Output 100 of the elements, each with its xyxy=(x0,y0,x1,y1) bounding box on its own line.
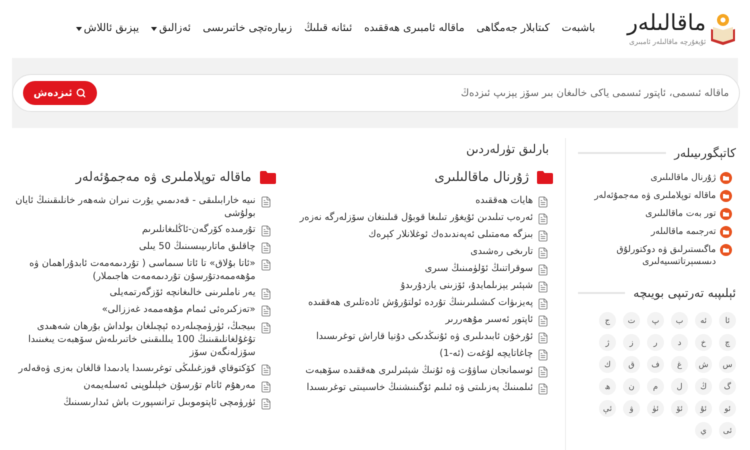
section-title: ژۇرنال ماقالىلىرى xyxy=(434,169,529,187)
letter-button[interactable]: ئې xyxy=(599,400,616,417)
page-heading: بارلىق تۈرلەردىن xyxy=(465,141,550,158)
document-icon xyxy=(537,348,549,360)
letter-button[interactable]: ق xyxy=(623,356,640,373)
letter-button[interactable]: ۋ xyxy=(623,400,640,417)
document-icon xyxy=(537,264,549,276)
article-link[interactable]: پەيزىۋات كىشىلىرىنىڭ تۇردە ئولتۇرۇش ئادەتلىرى ھەققىدە xyxy=(308,296,533,308)
document-icon xyxy=(260,258,272,270)
letter-button[interactable]: غ xyxy=(671,356,688,373)
article-link[interactable]: كۆكتوقاي قوزغىلىڭى توغرىسىدا يادىمدا قالغان بەزى ۋەقەلەر xyxy=(18,362,256,374)
article-link[interactable]: ئاپتور ئەسىر مۇھەررىر xyxy=(445,312,533,326)
folder-circle-icon xyxy=(720,244,732,256)
document-icon xyxy=(260,224,272,236)
letter-button[interactable]: چ xyxy=(719,334,736,351)
letter-button[interactable]: پ xyxy=(647,312,664,329)
category-link[interactable]: ژۇرنال ماقالىلىرى xyxy=(650,172,716,184)
document-icon xyxy=(537,298,549,310)
document-icon xyxy=(537,382,549,394)
nav-link[interactable]: زىيارەتچى خاتىرىسى xyxy=(202,21,292,37)
sidebar-heading: ئېلىپبە تەرتىپى بويىچە xyxy=(633,285,736,302)
document-icon xyxy=(260,304,272,316)
letter-button[interactable]: د xyxy=(671,334,688,351)
folder-circle-icon xyxy=(720,190,732,202)
letter-button[interactable]: س xyxy=(719,356,736,373)
document-icon xyxy=(537,196,549,208)
document-icon xyxy=(260,380,272,392)
letter-button[interactable]: ر xyxy=(647,334,664,351)
letter-button[interactable]: ڭ xyxy=(695,378,712,395)
folder-circle-icon xyxy=(720,172,732,184)
article-link[interactable]: نىيە خارابىلىقى - قەدىمىي يۇرت نىران شەھەر خانلىقىنىڭ ئايان بولۇشى xyxy=(12,194,256,220)
search-button[interactable]: ئىزدەش xyxy=(23,81,97,105)
sidebar-heading: كاتېگورىيىلەر xyxy=(674,145,736,162)
article-link[interactable]: «تەزكىرەئى ئىمام مۇھەممەد غەززالى» xyxy=(102,302,256,316)
article-link[interactable]: ھايات ھەققىدە xyxy=(475,194,533,206)
letter-button[interactable]: ف xyxy=(647,356,664,373)
letter-button[interactable]: ش xyxy=(695,356,712,373)
article-link[interactable]: «ئاتا بۇلاق» تا ئاتا سىماسى ( تۇردىمەمەت ئابدۇراھمان ۋە مۇھەممەدتۇرسۇن تۇردىمەمەت ھاجىملار) xyxy=(12,256,256,282)
nav-link[interactable]: ئەزالىق xyxy=(151,21,191,37)
letter-button[interactable]: ئە xyxy=(695,312,712,329)
letter-button[interactable]: ز xyxy=(623,334,640,351)
letter-button[interactable]: ئى xyxy=(719,422,736,439)
article-link[interactable]: تۇرمىدە كۆرگەن-ئاڭلىغانلىرىم xyxy=(142,222,256,236)
article-link[interactable]: شېئىر يېزىلمايدۇ، ئۆزىنى يازدۇرىدۇ xyxy=(400,278,533,292)
article-link[interactable]: ئۇرخۇن ئابىدىلىرى ۋە ئۇنىڭدىكى دۇنيا قاراش توغرىسىدا xyxy=(316,330,533,342)
letter-button[interactable]: ن xyxy=(623,378,640,395)
nav-link[interactable]: ماقالە ئامبىرى ھەققىدە xyxy=(364,21,464,37)
article-link[interactable]: تارىخى رەشىدى xyxy=(470,244,533,258)
article-link[interactable]: ئەرەب تىلىدىن ئۇيغۇر تىلىغا قوبۇل قىلىنغان سۆزلەرگە نەزەر xyxy=(300,210,533,224)
letter-button[interactable]: ژ xyxy=(599,334,616,351)
letter-button[interactable]: ب xyxy=(671,312,688,329)
caret-icon xyxy=(76,27,82,31)
logo-title: ماقالىلەر xyxy=(627,10,706,37)
folder-circle-icon xyxy=(720,208,732,220)
article-link[interactable]: ئۈرۈمچى ئاپتوموبىل ترانسپورت باش ئىدارىسىنىڭ xyxy=(63,396,256,408)
caret-icon xyxy=(151,27,158,31)
letter-button[interactable]: ئو xyxy=(719,400,736,417)
letter-button[interactable]: ي xyxy=(695,422,712,439)
article-link[interactable]: ئىلمىنىڭ پەزىلىتى ۋە ئىلىم ئۆگىنىشنىڭ خاسىيىتى توغرىسىدا xyxy=(306,380,533,394)
document-icon xyxy=(260,196,272,208)
article-link[interactable]: چاغاتايچە لۇغەت (ئە-1) xyxy=(439,346,533,360)
letter-button[interactable]: ھ xyxy=(599,378,616,395)
letter-button[interactable]: ئۆ xyxy=(671,400,688,417)
category-link[interactable]: ماگىستىرلىق ۋە دوكتورلۇق دىسسېرتاتسىيەلىرى xyxy=(578,244,716,268)
category-link[interactable]: ماقالە توپلاملىرى ۋە مەجمۇئەلەر xyxy=(594,190,716,202)
article-link[interactable]: ئوسمانجان ساۋۇت ۋە ئۇنىڭ شېئىرلىرى ھەققىدە سۆھبەت xyxy=(305,364,533,376)
letter-button[interactable]: گ xyxy=(719,378,736,395)
document-icon xyxy=(260,288,272,300)
folder-icon xyxy=(260,171,276,184)
article-link[interactable]: مەرھۇم ئاتام تۇرسۇن خېلىلوپنى ئەسلەيمەن xyxy=(84,378,256,392)
book-pin-logo-icon xyxy=(710,13,736,45)
document-icon xyxy=(537,212,549,224)
letter-button[interactable]: ت xyxy=(623,312,640,329)
article-link[interactable]: بىزگە مەمتىلى ئەپەندىدەك ئوغلانلار كېرەك xyxy=(368,228,533,240)
letter-button[interactable]: ئۈ xyxy=(647,400,664,417)
letter-button[interactable]: ك xyxy=(599,356,616,373)
article-link[interactable]: يەر ناملىرىنى خالىغانچە ئۆزگەرتمەيلى xyxy=(110,286,256,298)
nav-link[interactable]: يېزىق ئاللاش xyxy=(76,21,140,37)
document-icon xyxy=(537,230,549,242)
document-icon xyxy=(260,242,272,254)
letter-button[interactable]: ج xyxy=(599,312,616,329)
document-icon xyxy=(260,398,272,410)
nav-link[interactable]: كىتابلار جەمگاھى xyxy=(476,21,550,37)
letter-button[interactable]: خ xyxy=(695,334,712,351)
article-link[interactable]: چاقلىق ماتارىيىسىنىڭ 50 يىلى xyxy=(138,240,256,252)
document-icon xyxy=(537,280,549,292)
search-icon xyxy=(76,88,86,98)
letter-button[interactable]: ل xyxy=(671,378,688,395)
letter-button[interactable]: ئا xyxy=(719,312,736,329)
article-link[interactable]: بىيجىڭ، ئۈرۈمچىلەردە ئېچىلغان بولداش بۇرھان شەھىدى تۇغۇلغانلىقىنىڭ 100 يىللىقىنى خاتىرىلەش سۆھبەت يىغىنىدا سۆزلەنگەن سۆز xyxy=(12,320,256,358)
document-icon xyxy=(260,322,272,334)
category-link[interactable]: تەرجىمە ماقالىلەر xyxy=(650,226,716,238)
article-link[interactable]: سوقراتنىڭ ئۆلۈمىنىڭ سىرى xyxy=(424,262,533,274)
letter-button[interactable]: ئۇ xyxy=(695,400,712,417)
letter-button[interactable]: م xyxy=(647,378,664,395)
nav-link[interactable]: باشبەت xyxy=(562,21,596,37)
nav-link[interactable]: ئىئانە قىلىڭ xyxy=(304,21,352,37)
document-icon xyxy=(537,314,549,326)
document-icon xyxy=(537,332,549,344)
category-link[interactable]: تور بەت ماقالىلىرى xyxy=(645,208,716,220)
